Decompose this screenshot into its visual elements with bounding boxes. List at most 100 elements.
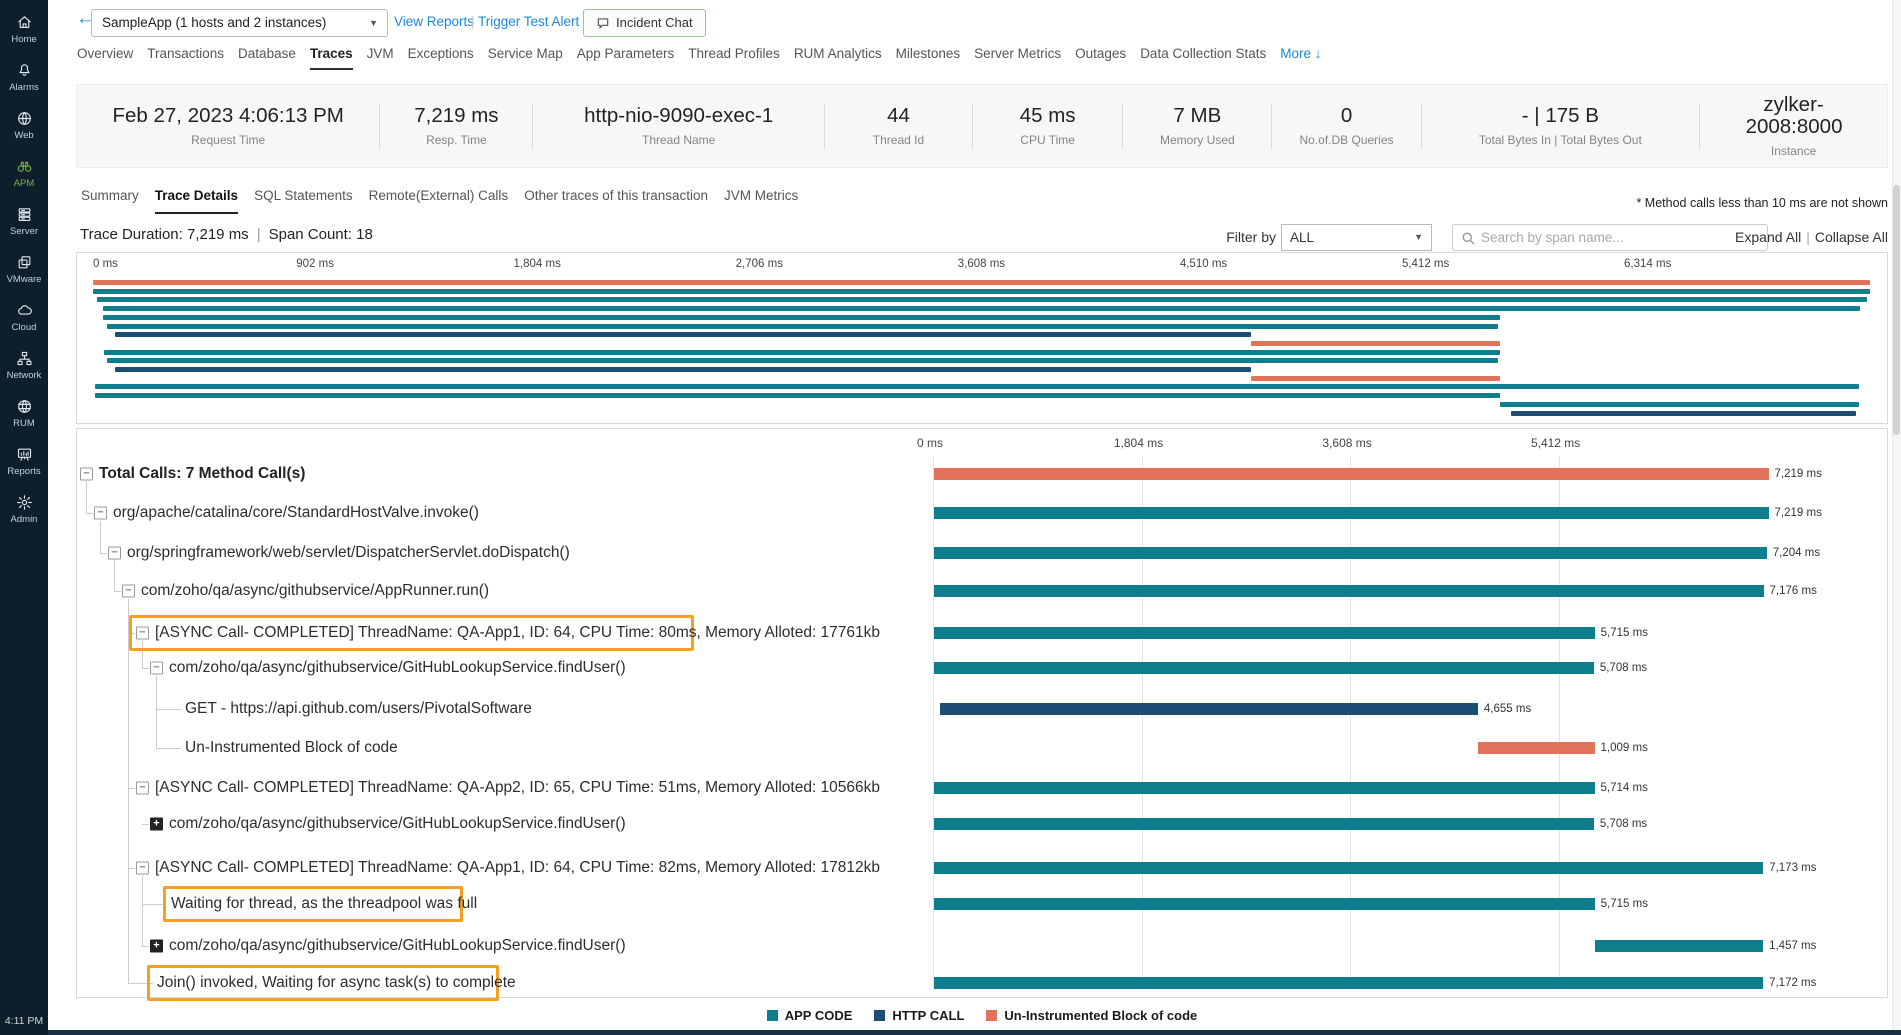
tab-database[interactable]: Database [238, 46, 296, 70]
duration-bar[interactable] [1595, 940, 1763, 952]
stat-value: 45 ms [1020, 105, 1076, 127]
minimap-span-bar[interactable] [1251, 341, 1499, 346]
collapse-toggle-icon[interactable]: − [150, 662, 163, 675]
minimap-span-bar[interactable] [1500, 402, 1859, 407]
collapse-toggle-icon[interactable]: − [136, 782, 149, 795]
duration-bar[interactable] [934, 662, 1594, 674]
minimap-span-bar[interactable] [107, 324, 1499, 329]
duration-bar[interactable] [934, 547, 1767, 559]
duration-bar[interactable] [934, 468, 1769, 480]
sidebar-item-vmware[interactable]: VMware [0, 254, 48, 285]
stat-label: Total Bytes In | Total Bytes Out [1479, 133, 1642, 147]
minimap-span-bar[interactable] [95, 393, 1500, 398]
collapse-toggle-icon[interactable]: − [136, 627, 149, 640]
minimap-span-bar[interactable] [107, 358, 1499, 363]
chart-axis-tick: 1,804 ms [1114, 436, 1163, 450]
tab-rum-analytics[interactable]: RUM Analytics [794, 46, 882, 70]
sidebar-item-label: Reports [0, 466, 48, 477]
tab-service-map[interactable]: Service Map [488, 46, 563, 70]
tab-jvm[interactable]: JVM [367, 46, 394, 70]
tab-data-collection-stats[interactable]: Data Collection Stats [1140, 46, 1266, 70]
sidebar-item-home[interactable]: Home [0, 14, 48, 45]
collapse-toggle-icon[interactable]: − [136, 862, 149, 875]
minimap-span-bar[interactable] [115, 332, 1251, 337]
tab-traces[interactable]: Traces [310, 46, 353, 70]
subtab-other-traces-of-this-transaction[interactable]: Other traces of this transaction [524, 188, 708, 214]
duration-bar[interactable] [934, 898, 1595, 910]
duration-bar[interactable] [934, 862, 1763, 874]
collapse-toggle-icon[interactable]: − [122, 585, 135, 598]
chevron-down-icon: ▼ [369, 10, 378, 36]
duration-bar[interactable] [940, 703, 1478, 715]
collapse-toggle-icon[interactable]: − [108, 547, 121, 560]
duration-value: 7,204 ms [1773, 547, 1820, 559]
duration-bar[interactable] [1478, 742, 1595, 754]
tab-server-metrics[interactable]: Server Metrics [974, 46, 1061, 70]
trigger-test-alert-link[interactable]: Trigger Test Alert [478, 14, 579, 29]
minimap-span-bar[interactable] [115, 367, 1251, 372]
stat-resp-time: 7,219 msResp. Time [380, 85, 532, 167]
collapse-all-link[interactable]: Collapse All [1815, 229, 1888, 245]
sidebar-item-reports[interactable]: Reports [0, 446, 48, 477]
scrollbar[interactable] [1892, 0, 1901, 1035]
subtab-remote-external-calls[interactable]: Remote(External) Calls [369, 188, 509, 214]
duration-value: 7,176 ms [1770, 585, 1817, 597]
duration-bar[interactable] [934, 818, 1594, 830]
view-reports-link[interactable]: View Reports [394, 14, 474, 29]
collapse-toggle-icon[interactable]: − [80, 468, 93, 481]
filter-dropdown[interactable]: ALL ▼ [1281, 224, 1432, 251]
sidebar-item-cloud[interactable]: Cloud [0, 302, 48, 333]
app-selector-dropdown[interactable]: SampleApp (1 hosts and 2 instances) ▼ [91, 9, 388, 37]
sidebar-item-web[interactable]: Web [0, 110, 48, 141]
expand-all-link[interactable]: Expand All [1735, 229, 1801, 245]
collapse-toggle-icon[interactable]: − [94, 507, 107, 520]
tab-more[interactable]: More ↓ [1280, 46, 1321, 70]
globe-grid-icon [0, 398, 48, 416]
subtab-jvm-metrics[interactable]: JVM Metrics [724, 188, 798, 214]
tab-thread-profiles[interactable]: Thread Profiles [688, 46, 780, 70]
minimap-span-bar[interactable] [95, 384, 1859, 389]
tree-connector [114, 591, 121, 592]
expand-toggle-icon[interactable]: + [150, 940, 163, 953]
minimap-span-bar[interactable] [1511, 411, 1856, 416]
tab-milestones[interactable]: Milestones [896, 46, 961, 70]
duration-bar[interactable] [934, 507, 1769, 519]
duration-bar[interactable] [934, 627, 1595, 639]
sidebar-item-apm[interactable]: APM [0, 158, 48, 189]
trace-overview-minimap: 0 ms902 ms1,804 ms2,706 ms3,608 ms4,510 … [76, 252, 1888, 424]
sidebar-item-network[interactable]: Network [0, 350, 48, 381]
sidebar-item-rum[interactable]: RUM [0, 398, 48, 429]
subtab-summary[interactable]: Summary [81, 188, 139, 214]
method-call-label: org/apache/catalina/core/StandardHostVal… [113, 504, 479, 522]
tab-outages[interactable]: Outages [1075, 46, 1126, 70]
scrollbar-thumb[interactable] [1893, 185, 1900, 435]
expand-toggle-icon[interactable]: + [150, 818, 163, 831]
top-bar: ← SampleApp (1 hosts and 2 instances) ▼ … [48, 0, 1901, 45]
tab-overview[interactable]: Overview [77, 46, 133, 70]
incident-chat-button[interactable]: Incident Chat [583, 9, 706, 37]
tree-connector [128, 599, 129, 983]
sidebar-item-admin[interactable]: Admin [0, 494, 48, 525]
subtab-trace-details[interactable]: Trace Details [155, 188, 238, 214]
duration-bar[interactable] [934, 977, 1763, 989]
duration-bar[interactable] [934, 585, 1764, 597]
search-input[interactable] [1481, 226, 1761, 249]
minimap-span-bar[interactable] [103, 306, 1860, 311]
minimap-span-bar[interactable] [1251, 376, 1499, 381]
app-selector-value: SampleApp (1 hosts and 2 instances) [102, 15, 326, 30]
sidebar-item-server[interactable]: Server [0, 206, 48, 237]
sidebar-item-alarms[interactable]: Alarms [0, 62, 48, 93]
minimap-span-bar[interactable] [93, 280, 1870, 285]
minimap-span-bar[interactable] [103, 315, 1500, 320]
method-call-label: com/zoho/qa/async/githubservice/AppRunne… [141, 582, 489, 600]
duration-bar[interactable] [934, 782, 1595, 794]
minimap-span-bar[interactable] [93, 289, 1870, 294]
subtab-sql-statements[interactable]: SQL Statements [254, 188, 353, 214]
minimap-span-bar[interactable] [104, 350, 1500, 355]
minimap-span-bar[interactable] [97, 297, 1867, 302]
tab-exceptions[interactable]: Exceptions [408, 46, 474, 70]
tab-app-parameters[interactable]: App Parameters [577, 46, 675, 70]
tab-transactions[interactable]: Transactions [147, 46, 224, 70]
stat-label: Instance [1771, 144, 1816, 158]
expand-collapse-controls: Expand All|Collapse All [1735, 229, 1888, 245]
